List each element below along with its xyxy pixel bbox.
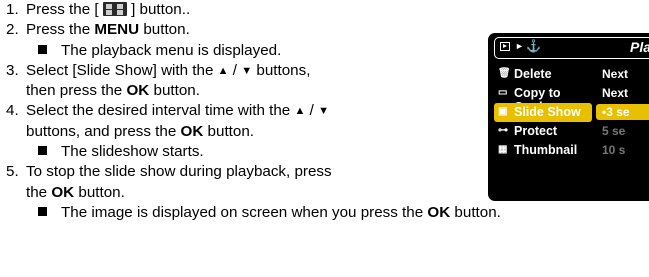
arrow-separator: / [232, 61, 238, 79]
step-text-part: ] button.. [131, 1, 191, 18]
bullet-square-icon [38, 206, 47, 216]
step-3: 3. Select [Slide Show] with the ▲ / ▼ bu… [6, 61, 446, 81]
bullet-square-icon [38, 146, 47, 156]
menu-title: Pla [630, 39, 649, 55]
step-text-part: To stop the slide show during playback, … [26, 163, 332, 181]
note-text: button. [454, 203, 501, 221]
step-text-part: buttons, and press the [26, 122, 177, 140]
step-5: 5. To stop the slide show during playbac… [6, 162, 446, 182]
instructions: 1. Press the [ ] button.. 2. Press the M… [6, 0, 501, 223]
menu-item-slide-show[interactable]: ▣ Slide Show [494, 103, 592, 122]
arrow-separator: / [309, 102, 314, 120]
tab-arrow-icon: ► [515, 41, 524, 51]
slideshow-button-icon [102, 2, 127, 16]
step-number: 5. [6, 163, 19, 181]
wrench-icon: ⚓ [526, 39, 541, 53]
step-4-line-2: buttons, and press the OK button. [6, 122, 446, 142]
menu-key-label: MENU [94, 21, 140, 39]
step-text-part: Press the [26, 21, 91, 39]
step-2: 2. Press the MENU button. [6, 20, 446, 40]
step-4: 4. Select the desired interval time with… [6, 101, 446, 121]
step-text-part: then press the [26, 82, 123, 100]
slideshow-icon: ▣ [498, 106, 508, 117]
step-4-note: The slideshow starts. [6, 142, 446, 162]
menu-item-delete[interactable]: 🗑 Delete [494, 65, 592, 84]
step-number: 2. [6, 21, 19, 39]
ok-key-label: OK [180, 122, 204, 140]
option-value[interactable]: Next [602, 86, 628, 100]
step-number: 1. [6, 1, 19, 18]
step-5-line-2: the OK button. [6, 183, 446, 203]
step-text-part: Select the desired interval time with th… [26, 102, 291, 120]
step-3-line-2: then press the OK button. [6, 81, 446, 101]
step-number: 4. [6, 102, 19, 120]
down-arrow-icon: ▼ [241, 64, 253, 77]
key-icon: ⊶ [498, 125, 508, 136]
menu-item-label: Protect [514, 124, 558, 138]
option-value[interactable]: 5 se [602, 124, 625, 138]
step-number: 3. [6, 61, 19, 79]
menu-item-thumbnail[interactable]: ▦ Thumbnail [494, 141, 592, 160]
step-1: 1. Press the [ ] button.. [6, 0, 446, 20]
menu-item-label: Slide Show [514, 105, 581, 119]
step-text-part: button. [153, 82, 200, 100]
ok-key-label: OK [427, 203, 451, 221]
step-text: Press the [ ] button.. [26, 1, 190, 18]
step-5-note: The image is displayed on screen when yo… [6, 203, 501, 223]
step-2-note: The playback menu is displayed. [6, 41, 446, 61]
step-text-part: button. [207, 122, 254, 140]
ok-key-label: OK [51, 183, 75, 201]
option-value-selected[interactable]: •3 se [596, 104, 649, 120]
step-text-part: button. [143, 21, 190, 39]
play-icon [500, 42, 510, 51]
thumbnail-icon: ▦ [498, 144, 508, 155]
step-text-part: button. [78, 183, 125, 201]
bullet-square-icon [38, 44, 47, 54]
step-text-part: Press the [ [26, 1, 99, 18]
note-text: The image is displayed on screen when yo… [61, 203, 424, 221]
trash-icon: 🗑 [498, 68, 511, 79]
copy-icon: ▭ [498, 87, 508, 98]
step-text-part: buttons, [256, 61, 311, 79]
up-arrow-icon: ▲ [294, 105, 306, 118]
option-value[interactable]: Next [602, 67, 628, 81]
step-text-part: Select [Slide Show] with the [26, 61, 214, 79]
note-text: The slideshow starts. [61, 143, 204, 161]
menu-item-label: Thumbnail [514, 143, 578, 157]
note-text: The playback menu is displayed. [61, 41, 282, 59]
menu-header: ► ⚓ Pla [494, 37, 649, 59]
menu-item-protect[interactable]: ⊶ Protect [494, 122, 592, 141]
menu-item-label: Delete [514, 67, 552, 81]
menu-item-copy-to-card[interactable]: ▭ Copy to Card [494, 84, 592, 114]
option-value[interactable]: 10 s [602, 143, 625, 157]
step-text-part: the [26, 183, 48, 201]
down-arrow-icon: ▼ [318, 105, 329, 118]
ok-key-label: OK [126, 82, 150, 100]
up-arrow-icon: ▲ [217, 64, 229, 77]
camera-lcd-screen: ► ⚓ Pla 🗑 Delete ▭ Copy to Card ▣ Slide … [488, 33, 649, 201]
